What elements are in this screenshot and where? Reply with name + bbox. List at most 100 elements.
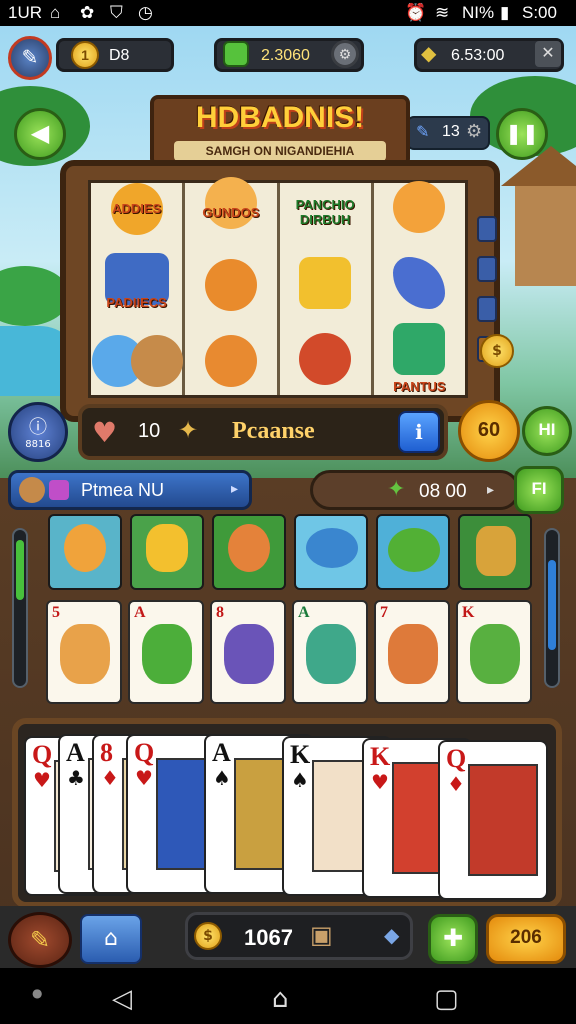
tile-rank: K [462,604,475,621]
card-tile[interactable]: 8 [210,600,286,704]
card-art [468,764,538,876]
side-counter-value: 13 [442,123,460,140]
card-suit: ♠ [213,766,231,790]
card-rank: A [66,738,85,767]
bet-value: 10 [138,420,161,442]
back-nav-icon[interactable]: ◁ [112,984,132,1014]
round-info-button[interactable]: ⓘ 8816 [8,402,68,462]
card-tile[interactable]: 7 [374,600,450,704]
back-button[interactable]: ◀ [14,108,66,160]
home-nav-icon[interactable]: ⌂ [272,984,289,1014]
card-rank: K [290,740,311,769]
coins-bar: 1 D8 [56,38,174,72]
queen-icon [224,624,274,684]
player-bar[interactable]: Ptmea NU ▸ [8,470,252,510]
side-counter: ✎ 13 ⚙ [406,116,490,150]
chevron-right-icon: ▸ [487,482,495,498]
reel-label: GUNDOS [202,205,260,220]
tile-fox[interactable] [48,514,122,590]
payline-marker [477,296,497,322]
right-scrollbar[interactable] [544,528,560,688]
green-arrow-symbol [393,323,446,375]
dot-icon: ● [32,986,43,1000]
tile-rank: 7 [380,604,388,621]
gems-settings-icon[interactable]: ⚙ [331,40,359,68]
card-rank: Q [446,744,467,773]
tile-fox-red[interactable] [212,514,286,590]
player-name: Ptmea NU [81,480,165,500]
right-scroll-thumb[interactable] [548,560,556,650]
game-title: HDBADNIS! [195,101,365,134]
coin-icon: 1 [71,41,99,69]
status-bar: 1UR ⌂ ✿ ⛉ ◷ ⏰ ≋ NI% ▮ S:00 [0,0,576,26]
cat-icon [146,524,188,572]
tile-frog[interactable] [376,514,450,590]
spin-button[interactable]: 60 [458,400,520,462]
card-suit: ♦ [447,772,465,796]
gear-icon[interactable]: ⚙ [466,121,482,142]
carrier-text: 1UR [8,3,43,22]
notification-icon: ✿ [80,3,95,22]
profile-avatar-button[interactable]: ✎ [8,36,52,80]
mode-label: Pcaanse [232,418,315,444]
card-suit: ♦ [101,766,119,790]
info-square-button[interactable]: ℹ [398,411,440,453]
coin-total: 1067 [244,925,293,950]
tile-cat[interactable] [130,514,204,590]
tile-horn[interactable] [458,514,532,590]
coin-icon: $ [194,922,222,950]
close-icon[interactable]: ✕ [535,41,561,67]
pause-icon: ❚❚ [505,121,539,145]
reel-extra-label: PADIIECS [106,295,167,310]
recents-nav-icon[interactable]: ▢ [434,984,459,1014]
add-button[interactable]: ✚ [428,914,478,964]
playing-card[interactable]: Q ♦ [438,740,548,900]
system-nav-bar: ● ◁ ⌂ ▢ [0,968,576,1024]
card-rank: A [212,738,231,767]
tile-rank: A [298,604,310,621]
reel-3: PANCHIO DIRBUH [280,183,374,395]
plus-icon: ✚ [442,924,464,952]
left-scroll-thumb[interactable] [16,540,24,600]
gems-value: 2.3060 [261,47,310,64]
chevron-right-icon: ▸ [231,481,239,497]
fox-face-symbol [204,335,257,387]
green-small-button[interactable]: FI [514,466,564,514]
cat-symbol [204,177,257,229]
tile-fish[interactable] [294,514,368,590]
home-status-icon: ⌂ [50,3,61,22]
crystal-icon: ◆ [421,43,437,65]
home-button[interactable]: ⌂ [80,914,142,964]
chest-icon: ▣ [310,921,333,949]
purchase-button[interactable]: 206 [486,914,566,964]
title-board: HDBADNIS! SAMGH ON NIGANDIEHIA [150,95,410,167]
card-tile[interactable]: K [456,600,532,704]
alarm-icon: ⏰ [405,3,427,22]
tools-button[interactable]: ✎ [8,912,72,968]
gems-bar: 2.3060 ⚙ [214,38,364,72]
reel-2: GUNDOS [185,177,280,395]
left-scrollbar[interactable] [12,528,28,688]
max-bet-button[interactable]: HI [522,406,572,456]
hammer-icon: ✎ [29,926,51,954]
card-tile[interactable]: A [128,600,204,704]
pause-button[interactable]: ❚❚ [496,108,548,160]
frog-icon [388,528,440,572]
card-suit: ♠ [291,768,309,792]
slot-machine: ADDIES PADIIECS GUNDOS PANCHIO DIRBUH PA… [60,160,500,422]
reels: ADDIES PADIIECS GUNDOS PANCHIO DIRBUH PA… [88,177,468,398]
bonus-coin-icon[interactable]: $ [480,334,514,368]
card-tile[interactable]: 5 [46,600,122,704]
fish-icon [306,528,358,568]
card-tile[interactable]: A [292,600,368,704]
fox-icon [228,524,270,572]
tile-grid: 5 A 8 A 7 K [44,512,532,712]
jester-icon [60,624,110,684]
leaf-icon: ✦ [387,477,406,502]
player-avatar [19,477,45,503]
heart-icon: ♥ [92,416,118,449]
key-icon: ✎ [416,122,430,141]
fox-icon [64,524,106,572]
snake-icon [306,624,356,684]
arrow-left-icon: ◀ [30,119,50,147]
